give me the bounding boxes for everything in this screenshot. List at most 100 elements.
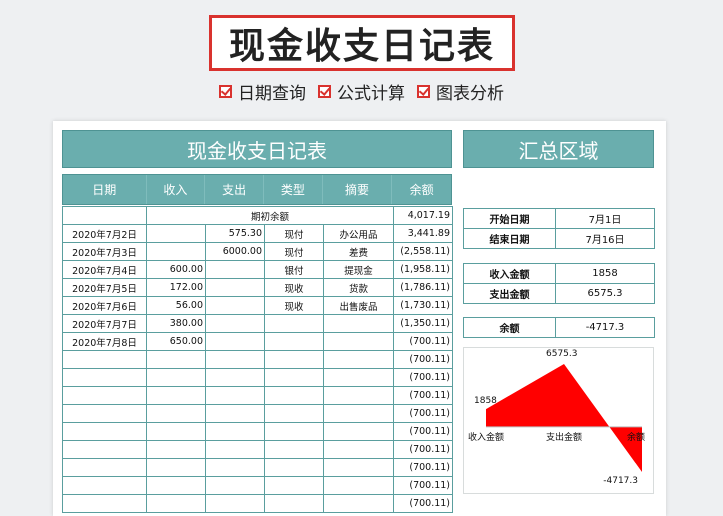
type-cell[interactable]	[264, 494, 324, 513]
income-total-value[interactable]: 1858	[555, 263, 655, 284]
note-cell[interactable]	[322, 404, 395, 423]
type-cell[interactable]: 现付	[264, 224, 324, 243]
type-cell[interactable]	[264, 350, 324, 369]
note-cell[interactable]	[322, 386, 395, 405]
date-cell[interactable]	[62, 386, 147, 405]
expense-total-label[interactable]: 支出金额	[463, 283, 556, 304]
date-cell[interactable]	[62, 440, 147, 459]
date-cell[interactable]	[62, 350, 147, 369]
type-cell[interactable]	[264, 368, 324, 387]
balance-value[interactable]: -4717.3	[555, 317, 655, 338]
income-cell[interactable]: 650.00	[146, 332, 206, 351]
summary-title[interactable]: 汇总区域	[463, 130, 654, 168]
note-cell[interactable]	[322, 494, 395, 513]
expense-cell[interactable]	[205, 494, 265, 513]
end-date-label[interactable]: 结束日期	[463, 228, 556, 249]
end-date-value[interactable]: 7月16日	[555, 228, 655, 249]
expense-cell[interactable]	[205, 440, 265, 459]
expense-cell[interactable]	[205, 368, 265, 387]
balance-cell[interactable]: (700.11)	[393, 368, 454, 387]
balance-cell[interactable]: (700.11)	[393, 440, 454, 459]
note-cell[interactable]	[322, 440, 395, 459]
income-cell[interactable]: 172.00	[146, 278, 206, 297]
summary-chart[interactable]: 收入金额 支出金额 余额 1858 6575.3 -4717.3	[463, 347, 654, 494]
date-cell[interactable]	[62, 422, 147, 441]
expense-cell[interactable]	[205, 350, 265, 369]
expense-cell[interactable]	[205, 422, 265, 441]
income-cell[interactable]	[146, 350, 206, 369]
income-cell[interactable]	[146, 494, 206, 513]
income-cell[interactable]	[146, 224, 206, 243]
income-cell[interactable]: 56.00	[146, 296, 206, 315]
header-balance[interactable]: 余额	[392, 175, 451, 204]
balance-cell[interactable]: (700.11)	[393, 386, 454, 405]
balance-cell[interactable]: (700.11)	[393, 458, 454, 477]
header-note[interactable]: 摘要	[323, 175, 393, 204]
expense-cell[interactable]	[205, 404, 265, 423]
type-cell[interactable]	[264, 404, 324, 423]
start-date-label[interactable]: 开始日期	[463, 208, 556, 229]
expense-cell[interactable]	[205, 278, 265, 297]
header-date[interactable]: 日期	[63, 175, 147, 204]
note-cell[interactable]	[322, 368, 395, 387]
type-cell[interactable]: 现付	[264, 242, 324, 261]
note-cell[interactable]	[322, 422, 395, 441]
balance-cell[interactable]: (1,786.11)	[393, 278, 454, 297]
type-cell[interactable]: 现收	[264, 278, 324, 297]
income-cell[interactable]	[146, 476, 206, 495]
date-cell[interactable]: 2020年7月3日	[62, 242, 147, 261]
balance-cell[interactable]: (700.11)	[393, 332, 454, 351]
date-cell[interactable]: 2020年7月4日	[62, 260, 147, 279]
expense-cell[interactable]	[205, 260, 265, 279]
income-cell[interactable]	[146, 458, 206, 477]
income-cell[interactable]	[146, 368, 206, 387]
note-cell[interactable]	[322, 350, 395, 369]
income-cell[interactable]	[146, 404, 206, 423]
expense-cell[interactable]	[205, 386, 265, 405]
type-cell[interactable]	[264, 422, 324, 441]
date-cell[interactable]: 2020年7月6日	[62, 296, 147, 315]
header-type[interactable]: 类型	[264, 175, 323, 204]
note-cell[interactable]	[322, 458, 395, 477]
note-cell[interactable]	[322, 332, 395, 351]
balance-cell[interactable]: (1,958.11)	[393, 260, 454, 279]
date-cell[interactable]	[62, 494, 147, 513]
income-cell[interactable]	[146, 242, 206, 261]
expense-cell[interactable]	[205, 476, 265, 495]
note-cell[interactable]: 货款	[322, 278, 395, 297]
start-date-value[interactable]: 7月1日	[555, 208, 655, 229]
expense-cell[interactable]	[205, 314, 265, 333]
type-cell[interactable]: 现收	[264, 296, 324, 315]
header-expense[interactable]: 支出	[205, 175, 264, 204]
date-cell[interactable]: 2020年7月5日	[62, 278, 147, 297]
income-cell[interactable]	[146, 422, 206, 441]
expense-cell[interactable]: 575.30	[205, 224, 265, 243]
balance-label[interactable]: 余额	[463, 317, 556, 338]
note-cell[interactable]	[322, 476, 395, 495]
expense-total-value[interactable]: 6575.3	[555, 283, 655, 304]
type-cell[interactable]	[264, 458, 324, 477]
type-cell[interactable]	[264, 386, 324, 405]
balance-cell[interactable]: (700.11)	[393, 422, 454, 441]
type-cell[interactable]: 银付	[264, 260, 324, 279]
income-cell[interactable]	[146, 386, 206, 405]
expense-cell[interactable]	[205, 296, 265, 315]
expense-cell[interactable]: 6000.00	[205, 242, 265, 261]
opening-balance[interactable]: 4,017.19	[393, 206, 454, 225]
sheet-title[interactable]: 现金收支日记表	[62, 130, 452, 168]
table-cell[interactable]	[62, 206, 147, 225]
balance-cell[interactable]: (2,558.11)	[393, 242, 454, 261]
date-cell[interactable]	[62, 368, 147, 387]
note-cell[interactable]: 提现金	[322, 260, 395, 279]
note-cell[interactable]: 差费	[322, 242, 395, 261]
type-cell[interactable]	[264, 314, 324, 333]
header-income[interactable]: 收入	[147, 175, 206, 204]
type-cell[interactable]	[264, 476, 324, 495]
note-cell[interactable]: 出售废品	[322, 296, 395, 315]
date-cell[interactable]: 2020年7月7日	[62, 314, 147, 333]
date-cell[interactable]: 2020年7月2日	[62, 224, 147, 243]
balance-cell[interactable]: (700.11)	[393, 494, 454, 513]
balance-cell[interactable]: (1,350.11)	[393, 314, 454, 333]
balance-cell[interactable]: (700.11)	[393, 476, 454, 495]
note-cell[interactable]	[322, 314, 395, 333]
